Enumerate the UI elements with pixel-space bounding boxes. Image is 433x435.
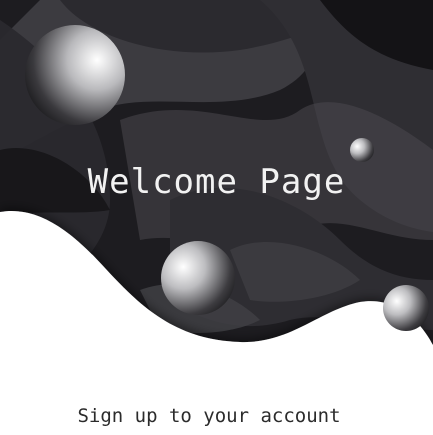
- sphere-large-icon: [25, 25, 125, 125]
- hero-artwork: [0, 0, 433, 435]
- signup-link[interactable]: Sign up to your account: [0, 404, 418, 428]
- sphere-middle-icon: [161, 241, 235, 315]
- sphere-right-icon: [383, 285, 429, 331]
- welcome-screen: Welcome Page Sign up to your account: [0, 0, 433, 435]
- page-title: Welcome Page: [87, 162, 346, 202]
- sphere-small-icon: [350, 138, 374, 162]
